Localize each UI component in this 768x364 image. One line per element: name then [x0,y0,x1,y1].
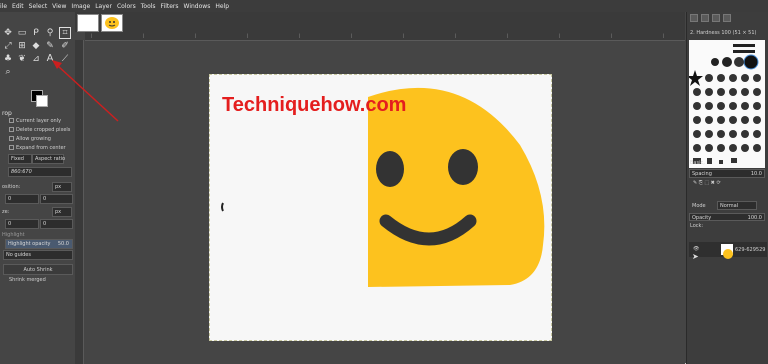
spacing-label: Spacing [692,171,712,177]
layer-mode-label: Mode [692,203,706,209]
brush-thumbnails [687,44,761,164]
gimp-window: ile Edit Select View Image Layer Colors Tools Fi… [0,0,768,364]
brush-preset-label: Basic, [690,160,705,166]
layer-thumb-icon [723,249,733,259]
brush-name: 2. Hardness 100 (51 × 51) [690,30,757,36]
opacity-label: Opacity [692,215,712,221]
spacing-slider[interactable]: Spacing 10.0 [689,169,765,178]
layer-mode-select[interactable]: Normal [717,201,757,210]
dock-tab-fonts[interactable] [712,14,720,22]
spacing-value: 10.0 [750,171,762,177]
layer-name: 629-629529 [735,247,766,253]
layer-row[interactable]: 👁 629-629529 [689,242,767,259]
dock-tab-history[interactable] [723,14,731,22]
dock-tab-brushes[interactable] [690,14,698,22]
brush-action-icons[interactable]: ✎ ⎘ ⬚ ✖ ⟳ [693,180,721,186]
mouse-cursor-icon: ➤ [692,252,699,261]
opacity-value: 100.0 [747,215,762,221]
dock-tabs [687,12,768,24]
brush-grid[interactable] [687,40,765,168]
dock-tab-patterns[interactable] [701,14,709,22]
lock-label: Lock: [690,223,704,229]
layer-thumbnail [721,244,733,259]
layer-opacity-slider[interactable]: Opacity 100.0 [689,213,765,221]
right-dock: 2. Hardness 100 (51 × 51) Basic, Spacing… [686,12,768,364]
annotation-arrow [52,60,119,122]
